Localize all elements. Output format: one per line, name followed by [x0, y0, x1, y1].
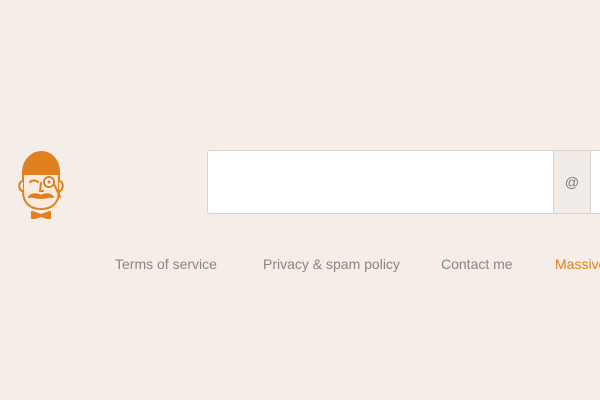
email-input-group: @ [207, 150, 600, 214]
contact-me-link[interactable]: Contact me [441, 256, 513, 272]
massive-link[interactable]: Massive [555, 256, 600, 272]
email-username-input[interactable] [208, 151, 553, 213]
at-symbol-label: @ [564, 174, 580, 190]
privacy-spam-policy-link[interactable]: Privacy & spam policy [263, 256, 400, 272]
terms-of-service-link[interactable]: Terms of service [115, 256, 217, 272]
page: @ Terms of service Privacy & spam policy… [0, 0, 600, 400]
email-domain-input[interactable] [591, 151, 600, 213]
monocle-gentleman-icon [14, 149, 68, 219]
at-symbol-addon: @ [553, 151, 591, 213]
